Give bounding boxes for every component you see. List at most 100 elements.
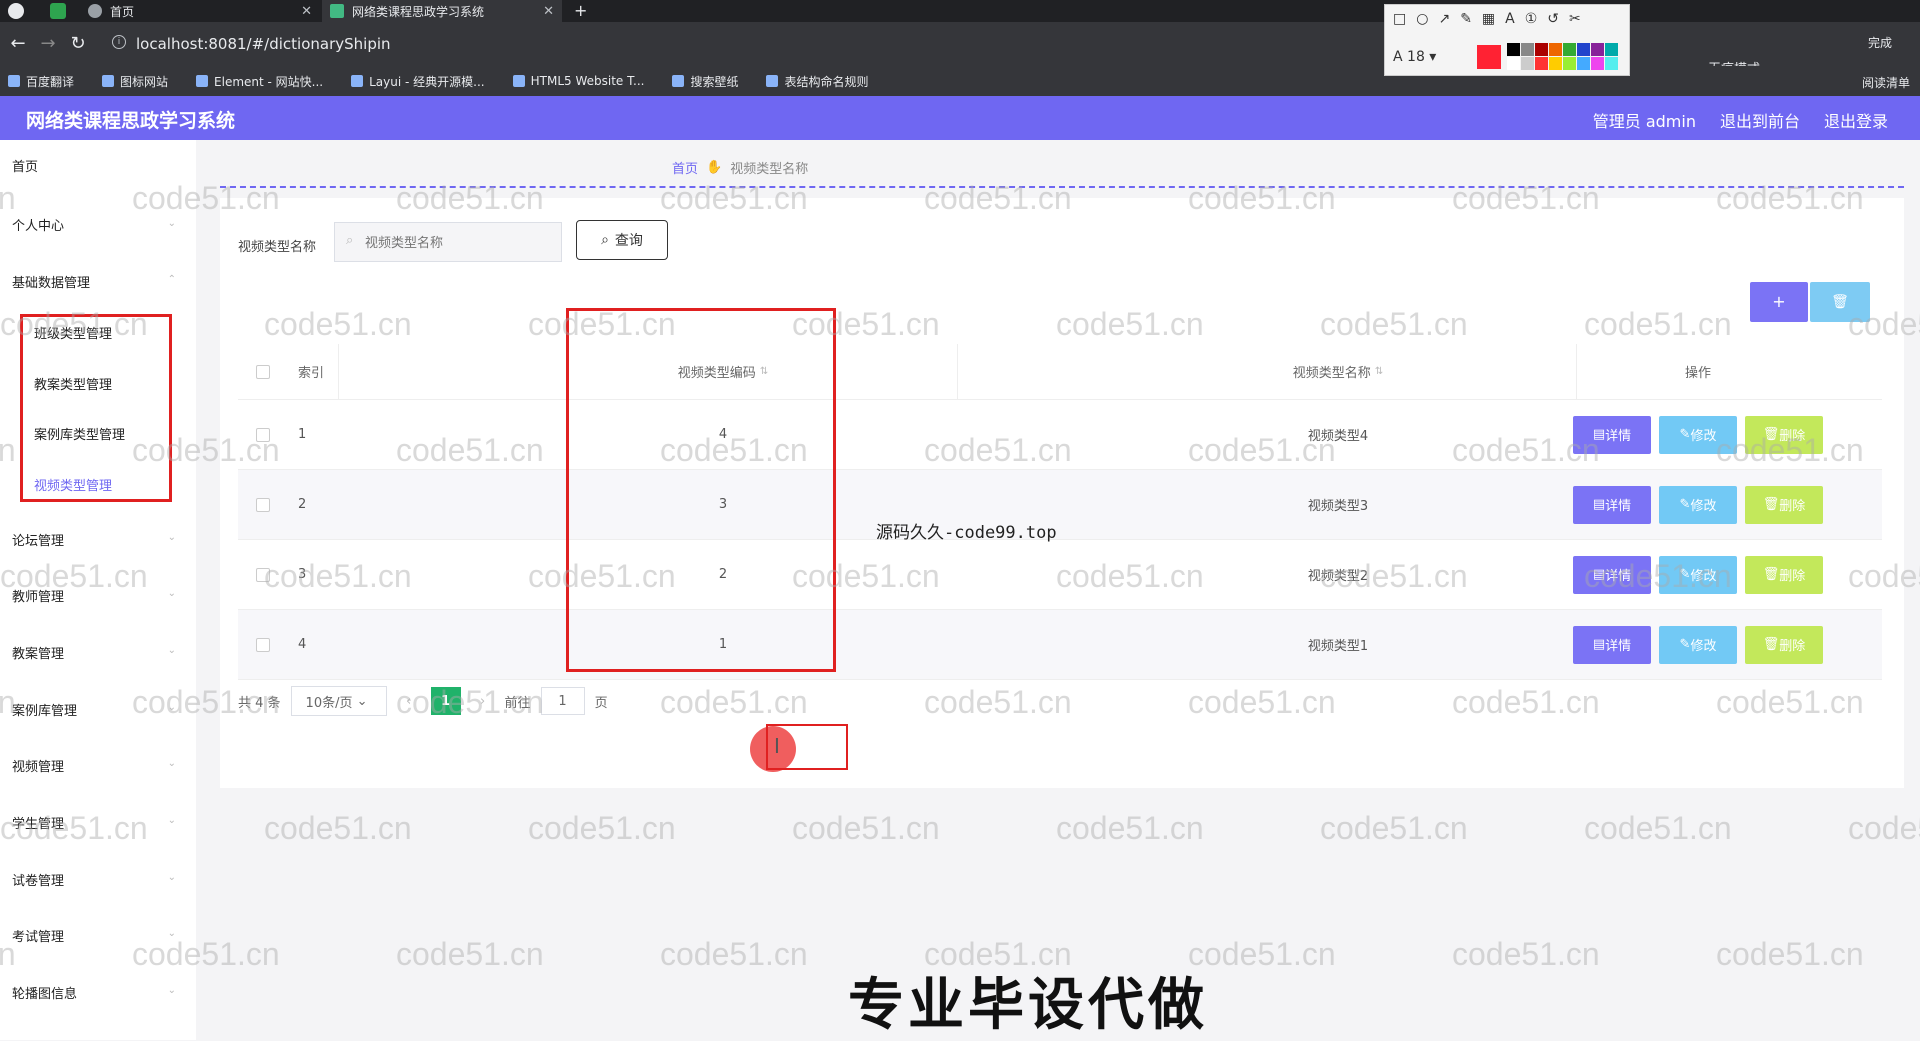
delete-selected-button[interactable]: 🗑 xyxy=(1810,282,1870,322)
reading-list[interactable]: 阅读清单 xyxy=(1862,74,1910,91)
page-number-current[interactable]: 1 xyxy=(430,687,461,715)
edit-button[interactable]: ✎ 修改 xyxy=(1659,555,1737,594)
row-checkbox[interactable] xyxy=(256,637,270,652)
detail-button[interactable]: ▤ 详情 xyxy=(1573,485,1651,524)
delete-button[interactable]: 🗑 删除 xyxy=(1745,415,1823,454)
pager-goto-label: 前往 xyxy=(504,695,531,711)
color-swatch[interactable] xyxy=(1535,43,1548,56)
info-icon[interactable]: i xyxy=(112,35,126,49)
color-swatch[interactable] xyxy=(1563,57,1576,70)
delete-button[interactable]: 🗑 删除 xyxy=(1745,625,1823,664)
sidebar-item-carousel[interactable]: 轮播图信息 xyxy=(12,983,77,1002)
bookmark-item[interactable]: 搜索壁纸 xyxy=(672,73,738,90)
bookmark-item[interactable]: HTML5 Website T... xyxy=(512,74,644,88)
sort-icon[interactable]: ⇅ xyxy=(1375,366,1383,377)
row-index: 1 xyxy=(298,427,307,442)
color-swatch[interactable] xyxy=(1521,57,1534,70)
row-checkbox[interactable] xyxy=(256,427,270,442)
color-swatch[interactable] xyxy=(1507,43,1520,56)
undo-icon[interactable]: ↺ xyxy=(1547,11,1559,27)
color-swatch[interactable] xyxy=(1605,43,1618,56)
add-button[interactable]: + xyxy=(1750,282,1808,322)
pin-icon[interactable]: ✂ xyxy=(1569,11,1581,27)
ellipse-icon[interactable]: ○ xyxy=(1416,11,1428,27)
bookmark-item[interactable]: 图标网站 xyxy=(102,73,168,90)
sidebar-item-case-library[interactable]: 案例库管理 xyxy=(12,700,77,719)
bookmarks-bar: 百度翻译 图标网站 Element - 网站快... Layui - 经典开源模… xyxy=(0,66,1920,96)
rectangle-icon[interactable]: □ xyxy=(1393,11,1406,27)
next-page-icon[interactable]: › xyxy=(471,694,495,709)
color-swatch[interactable] xyxy=(1591,57,1604,70)
bookmark-item[interactable]: 百度翻译 xyxy=(8,73,74,90)
exit-to-front-link[interactable]: 退出到前台 xyxy=(1720,108,1800,132)
color-swatch[interactable] xyxy=(1591,43,1604,56)
close-icon[interactable]: ✕ xyxy=(301,4,312,19)
bookmark-item[interactable]: 表结构命名规则 xyxy=(766,73,868,90)
edit-button[interactable]: ✎ 修改 xyxy=(1659,625,1737,664)
edit-button[interactable]: ✎ 修改 xyxy=(1659,485,1737,524)
sidebar-item-video[interactable]: 视频管理 xyxy=(12,756,64,775)
row-name: 视频类型4 xyxy=(1307,429,1369,444)
sidebar-item-paper[interactable]: 试卷管理 xyxy=(12,870,64,889)
detail-button[interactable]: ▤ 详情 xyxy=(1573,625,1651,664)
sidebar-item-exam[interactable]: 考试管理 xyxy=(12,926,64,945)
mosaic-icon[interactable]: ▦ xyxy=(1482,11,1495,27)
bookmark-item[interactable]: Layui - 经典开源模... xyxy=(351,73,485,90)
color-swatch[interactable] xyxy=(1549,57,1562,70)
color-swatch[interactable] xyxy=(1563,43,1576,56)
bookmark-item[interactable]: Element - 网站快... xyxy=(196,73,323,90)
color-swatch[interactable] xyxy=(1577,43,1590,56)
number-icon[interactable]: ① xyxy=(1525,11,1538,27)
select-all-checkbox[interactable] xyxy=(256,364,270,379)
pinned-tab-icon[interactable] xyxy=(50,3,66,19)
pen-icon[interactable]: ✎ xyxy=(1460,11,1472,27)
reload-icon[interactable]: ↻ xyxy=(68,34,88,54)
color-swatch[interactable] xyxy=(1577,57,1590,70)
color-swatch[interactable] xyxy=(1535,57,1548,70)
sidebar-item-teacher[interactable]: 教师管理 xyxy=(12,586,64,605)
finish-button[interactable]: 完成 xyxy=(1868,34,1892,51)
sidebar-item-student[interactable]: 学生管理 xyxy=(12,813,64,832)
main-content: 首页 ✋ 视频类型名称 视频类型名称 ⌕ ⌕ 查询 + 🗑 索引 视频类型编码⇅… xyxy=(196,140,1920,1040)
search-button[interactable]: ⌕ 查询 xyxy=(576,220,668,260)
logout-link[interactable]: 退出登录 xyxy=(1824,108,1888,132)
color-swatch[interactable] xyxy=(1549,43,1562,56)
color-swatch[interactable] xyxy=(1605,57,1618,70)
breadcrumb-home[interactable]: 首页 xyxy=(672,158,698,177)
browser-tab-home[interactable]: 首页 ✕ xyxy=(80,0,320,22)
color-swatch[interactable] xyxy=(1507,57,1520,70)
url-field[interactable]: localhost:8081/#/dictionaryShipin xyxy=(136,35,391,53)
prev-page-icon[interactable]: ‹ xyxy=(397,694,421,709)
color-swatch[interactable] xyxy=(1521,43,1534,56)
sidebar-item-home[interactable]: 首页 xyxy=(12,156,38,175)
row-index: 4 xyxy=(298,637,307,652)
page-jump-input[interactable]: 1 xyxy=(540,687,585,715)
row-checkbox[interactable] xyxy=(256,497,270,512)
sidebar-item-forum[interactable]: 论坛管理 xyxy=(12,530,64,549)
close-icon[interactable]: ✕ xyxy=(543,4,554,19)
sidebar-item-base-data[interactable]: 基础数据管理 xyxy=(12,272,90,291)
delete-button[interactable]: 🗑 删除 xyxy=(1745,485,1823,524)
sidebar-item-lesson-plan[interactable]: 教案管理 xyxy=(12,643,64,662)
arrow-icon[interactable]: ↗ xyxy=(1438,11,1450,27)
row-checkbox[interactable] xyxy=(256,567,270,582)
row-ops: ▤ 详情 ✎ 修改 🗑 删除 xyxy=(1528,470,1868,539)
new-tab-button[interactable]: + xyxy=(574,0,587,22)
delete-button[interactable]: 🗑 删除 xyxy=(1745,555,1823,594)
text-icon[interactable]: A xyxy=(1505,11,1515,27)
detail-button[interactable]: ▤ 详情 xyxy=(1573,415,1651,454)
header-name[interactable]: 视频类型名称 ⇅ xyxy=(1188,344,1488,399)
back-icon[interactable]: ← xyxy=(8,34,28,54)
edit-button[interactable]: ✎ 修改 xyxy=(1659,415,1737,454)
row-checkbox-cell xyxy=(256,470,270,539)
current-color-swatch[interactable] xyxy=(1477,45,1501,69)
browser-tab-app[interactable]: 网络类课程思政学习系统 ✕ xyxy=(322,0,562,22)
browser-profile-icon[interactable] xyxy=(8,3,24,19)
font-size-select[interactable]: A 18 ▾ xyxy=(1393,49,1436,65)
forward-icon[interactable]: → xyxy=(38,34,58,54)
sidebar: 首页 个人中心 ⌄ 基础数据管理 ⌃ 班级类型管理 教案类型管理 案例库类型管理… xyxy=(0,140,196,1040)
sidebar-item-personal[interactable]: 个人中心 xyxy=(12,215,64,234)
search-input[interactable] xyxy=(334,222,562,262)
detail-button[interactable]: ▤ 详情 xyxy=(1573,555,1651,594)
page-size-select[interactable]: 10条/页 ⌄ xyxy=(290,686,387,716)
